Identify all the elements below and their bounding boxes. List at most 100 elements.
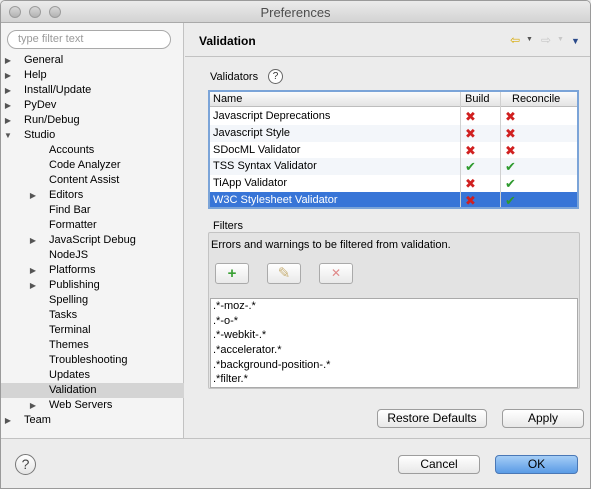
tree-item-tasks[interactable]: Tasks [1, 308, 184, 323]
red-x-icon[interactable]: ✖ [465, 193, 476, 207]
red-x-icon[interactable]: ✖ [465, 176, 476, 192]
filter-input[interactable]: type filter text [7, 30, 171, 49]
collapsed-triangle-icon[interactable]: ▶ [28, 233, 38, 248]
filter-item[interactable]: .*accelerator.* [211, 343, 577, 358]
red-x-icon[interactable]: ✖ [465, 109, 476, 125]
pencil-icon: ✎ [277, 265, 291, 282]
tree-item-accounts[interactable]: Accounts [1, 143, 184, 158]
collapsed-triangle-icon[interactable]: ▶ [3, 83, 13, 98]
validator-row[interactable]: TSS Syntax Validator ✔ ✔ [210, 158, 577, 176]
back-arrow-icon[interactable]: ⇦ [510, 33, 520, 47]
tree-item-troubleshooting[interactable]: Troubleshooting [1, 353, 184, 368]
tree-item-team[interactable]: ▶ Team [1, 413, 184, 428]
validator-name: Javascript Deprecations [213, 110, 331, 122]
tree-item-publishing[interactable]: ▶ Publishing [1, 278, 184, 293]
tree-item-code-analyzer[interactable]: Code Analyzer [1, 158, 184, 173]
tree-item-javascript-debug[interactable]: ▶ JavaScript Debug [1, 233, 184, 248]
tree-item-nodejs[interactable]: NodeJS [1, 248, 184, 263]
filter-item[interactable]: .*-o-* [211, 314, 577, 329]
tree-item-content-assist[interactable]: Content Assist [1, 173, 184, 188]
tree-item-label: Formatter [49, 219, 97, 231]
tree-item-general[interactable]: ▶ General [1, 53, 184, 68]
red-x-icon[interactable]: ✖ [505, 143, 516, 159]
validator-name: TiApp Validator [213, 177, 287, 190]
tree-item-terminal[interactable]: Terminal [1, 323, 184, 338]
collapsed-triangle-icon[interactable]: ▶ [28, 263, 38, 278]
tree-item-label: Validation [49, 384, 97, 396]
tree-item-updates[interactable]: Updates [1, 368, 184, 383]
filter-item[interactable]: .*filter.* [211, 372, 577, 387]
validator-name: W3C Stylesheet Validator [213, 194, 338, 206]
validator-name: Javascript Style [213, 126, 291, 139]
collapsed-triangle-icon[interactable]: ▶ [3, 53, 13, 68]
red-x-icon[interactable]: ✖ [465, 143, 476, 159]
collapsed-triangle-icon[interactable]: ▶ [28, 398, 38, 413]
column-name[interactable]: Name [213, 93, 242, 105]
tree-item-studio[interactable]: ▼ Studio [1, 128, 184, 143]
tree-item-label: JavaScript Debug [49, 234, 136, 246]
apply-button[interactable]: Apply [502, 409, 584, 428]
ok-button[interactable]: OK [495, 455, 578, 474]
tree-item-label: Studio [24, 129, 56, 141]
collapsed-triangle-icon[interactable]: ▶ [3, 113, 13, 128]
tree-item-help[interactable]: ▶ Help [1, 68, 184, 83]
filters-description: Errors and warnings to be filtered from … [211, 239, 451, 251]
validator-row[interactable]: W3C Stylesheet Validator ✖ ✔ [210, 192, 577, 207]
validator-row[interactable]: Javascript Deprecations ✖ ✖ [210, 108, 577, 125]
validator-name: SDocML Validator [213, 143, 301, 156]
column-build[interactable]: Build [465, 93, 489, 105]
collapsed-triangle-icon[interactable]: ▶ [3, 413, 13, 428]
collapsed-triangle-icon[interactable]: ▶ [3, 98, 13, 113]
restore-defaults-button[interactable]: Restore Defaults [377, 409, 487, 428]
tree-item-find-bar[interactable]: Find Bar [1, 203, 184, 218]
red-x-icon[interactable]: ✖ [465, 126, 476, 142]
checkmark-icon[interactable]: ✔ [505, 193, 516, 207]
filters-list[interactable]: .*-moz-.* .*-o-* .*-webkit-.* .*accelerator… [210, 298, 578, 388]
add-filter-button[interactable]: + [215, 263, 249, 284]
tree-item-pydev[interactable]: ▶ PyDev [1, 98, 184, 113]
tree-item-formatter[interactable]: Formatter [1, 218, 184, 233]
column-reconcile[interactable]: Reconcile [512, 93, 560, 105]
collapsed-triangle-icon[interactable]: ▶ [28, 188, 38, 203]
validators-table[interactable]: Name Build Reconcile Javascript Deprecat… [208, 90, 579, 209]
help-icon: ? [21, 456, 30, 472]
tree-item-label: Team [24, 414, 51, 426]
expanded-triangle-icon[interactable]: ▼ [3, 128, 13, 143]
collapsed-triangle-icon[interactable]: ▶ [28, 278, 38, 293]
validator-row[interactable]: Javascript Style ✖ ✖ [210, 124, 577, 142]
tree-item-run-debug[interactable]: ▶ Run/Debug [1, 113, 184, 128]
cancel-button[interactable]: Cancel [398, 455, 480, 474]
tree-item-label: NodeJS [49, 249, 89, 261]
preferences-window: Preferences type filter text ▶ General ▶ He… [0, 0, 591, 489]
edit-filter-button[interactable]: ✎ [267, 263, 301, 284]
red-x-icon[interactable]: ✖ [505, 126, 516, 142]
tree-item-install-update[interactable]: ▶ Install/Update [1, 83, 184, 98]
tree-item-web-servers[interactable]: ▶ Web Servers [1, 398, 184, 413]
checkmark-icon[interactable]: ✔ [505, 176, 516, 192]
checkmark-icon[interactable]: ✔ [465, 159, 476, 175]
red-x-icon[interactable]: ✖ [505, 109, 516, 125]
title-bar: Preferences [1, 1, 590, 23]
page-header: Validation ⇦ ▼ ⇨ ▼ ▼ [185, 23, 590, 57]
checkmark-icon[interactable]: ✔ [505, 159, 516, 175]
back-dropdown-icon[interactable]: ▼ [526, 36, 533, 43]
tree-item-platforms[interactable]: ▶ Platforms [1, 263, 184, 278]
tree-item-editors[interactable]: ▶ Editors [1, 188, 184, 203]
filter-item[interactable]: .*-webkit-.* [211, 328, 577, 343]
validator-row[interactable]: TiApp Validator ✖ ✔ [210, 175, 577, 192]
add-icon: + [227, 265, 237, 282]
forward-dropdown-icon[interactable]: ▼ [557, 36, 564, 43]
tree-item-spelling[interactable]: Spelling [1, 293, 184, 308]
remove-filter-button[interactable]: ✕ [319, 263, 353, 284]
preference-tree: ▶ General ▶ Help ▶ Install/Update ▶ PyDev ▶ Run/D… [1, 53, 184, 428]
forward-arrow-icon[interactable]: ⇨ [541, 33, 551, 47]
collapsed-triangle-icon[interactable]: ▶ [3, 68, 13, 83]
tree-item-themes[interactable]: Themes [1, 338, 184, 353]
filter-item[interactable]: .*-moz-.* [211, 299, 577, 314]
view-menu-icon[interactable]: ▼ [571, 36, 580, 46]
validator-row[interactable]: SDocML Validator ✖ ✖ [210, 142, 577, 159]
filter-item[interactable]: .*background-position-.* [211, 358, 577, 373]
help-icon[interactable]: ? [268, 69, 283, 84]
tree-item-validation[interactable]: Validation [1, 383, 184, 398]
help-button[interactable]: ? [15, 454, 36, 475]
